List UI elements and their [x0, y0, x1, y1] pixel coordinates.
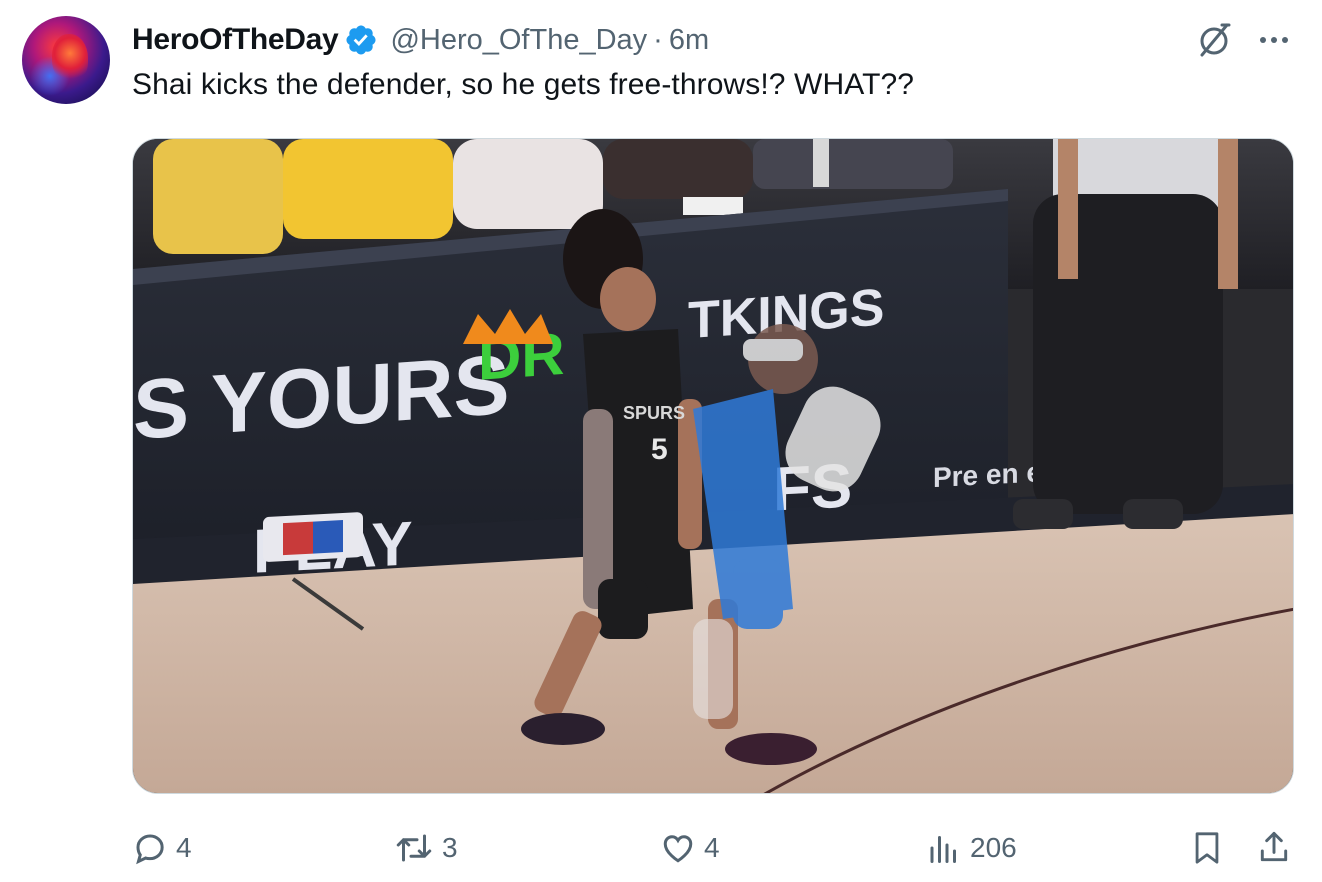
tweet-header: HeroOfTheDay @Hero_OfThe_Day · 6m — [132, 20, 709, 60]
author-display-name[interactable]: HeroOfTheDay — [132, 23, 339, 57]
tweet-card[interactable]: HeroOfTheDay @Hero_OfThe_Day · 6m Shai k… — [0, 0, 1322, 882]
retweet-count: 3 — [442, 832, 458, 863]
views-button[interactable]: 206 — [926, 820, 1017, 876]
views-icon — [926, 830, 962, 866]
share-button[interactable] — [1256, 820, 1292, 876]
jersey-team: SPURS — [623, 403, 685, 423]
share-icon — [1256, 829, 1292, 867]
bookmark-button[interactable] — [1190, 820, 1224, 876]
video-frame-image: S YOURS DR TKINGS PLAY FS Pre en ed by — [133, 139, 1293, 793]
tweet-text: Shai kicks the defender, so he gets free… — [132, 68, 915, 101]
tweet-actions: 4 3 4 206 — [0, 820, 1322, 876]
heart-icon — [660, 830, 696, 866]
more-options-icon[interactable] — [1256, 26, 1292, 54]
grok-icon[interactable] — [1194, 20, 1234, 60]
retweet-button[interactable]: 3 — [394, 820, 458, 876]
views-count: 206 — [970, 832, 1017, 863]
like-button[interactable]: 4 — [660, 820, 720, 876]
author-handle[interactable]: @Hero_OfThe_Day — [390, 24, 647, 57]
reply-count: 4 — [176, 832, 192, 863]
avatar[interactable] — [22, 16, 110, 104]
bookmark-icon — [1190, 829, 1224, 867]
retweet-icon — [394, 830, 434, 866]
reply-icon — [132, 830, 168, 866]
jersey-number: 5 — [651, 433, 668, 466]
avatar-figure — [52, 34, 88, 82]
separator-dot: · — [653, 23, 663, 56]
tweet-media-video[interactable]: S YOURS DR TKINGS PLAY FS Pre en ed by — [132, 138, 1294, 794]
tweet-timestamp[interactable]: 6m — [669, 24, 709, 57]
reply-button[interactable]: 4 — [132, 820, 192, 876]
verified-badge-icon — [344, 23, 378, 57]
like-count: 4 — [704, 832, 720, 863]
